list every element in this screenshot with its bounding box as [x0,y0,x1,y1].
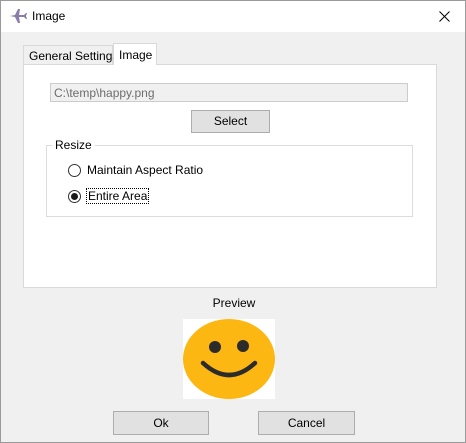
preview-image [183,319,275,399]
title-bar: Image [1,1,465,32]
radio-entire-area[interactable]: Entire Area [68,188,150,204]
airplane-icon [9,8,27,24]
window-title: Image [32,9,66,23]
close-icon [438,10,450,22]
preview-label: Preview [212,296,256,310]
cancel-button[interactable]: Cancel [258,411,355,435]
ok-button[interactable]: Ok [113,411,209,435]
radio-maintain-aspect-ratio[interactable]: Maintain Aspect Ratio [68,162,203,178]
tab-general-settings[interactable]: General Settings [23,45,118,65]
tab-image[interactable]: Image [113,43,157,65]
radio-button-unchecked[interactable] [68,163,81,177]
select-button[interactable]: Select [191,110,270,133]
resize-groupbox [46,145,413,217]
image-dialog-window: Image General Settings Image Select Resi… [0,0,466,443]
close-button[interactable] [423,1,465,31]
radio-label: Maintain Aspect Ratio [87,163,204,177]
radio-label: Entire Area [85,188,150,204]
radio-button-checked[interactable] [68,189,81,203]
smiley-face-icon [183,319,275,399]
image-path-field[interactable] [50,83,408,102]
resize-group-legend: Resize [52,138,95,152]
